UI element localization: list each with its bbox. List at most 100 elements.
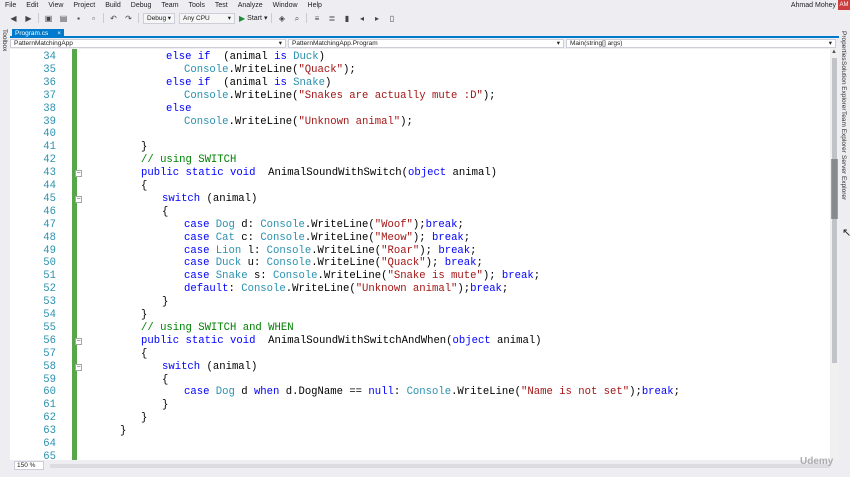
menu-build[interactable]: Build: [100, 0, 126, 11]
code-line[interactable]: 43 − public static void AnimalSoundWithSwi…: [10, 167, 830, 180]
zoom-value: 150 %: [17, 462, 36, 469]
solution-explorer-tab[interactable]: Solution Explorer: [840, 61, 847, 111]
code-line[interactable]: 57 {: [10, 348, 830, 361]
vertical-scrollbar[interactable]: ▲: [830, 49, 839, 460]
user-name[interactable]: Ahmad Mohey: [791, 0, 836, 11]
menu-test[interactable]: Test: [210, 0, 233, 11]
member-dropdown[interactable]: Main(string[] args) ▾: [566, 39, 836, 48]
editor-bottom-bar: 150 %: [10, 460, 839, 472]
code-line[interactable]: 35 Console.WriteLine("Quack");: [10, 64, 830, 77]
toolbar-separator: [271, 13, 273, 23]
code-line[interactable]: 61}: [10, 399, 830, 412]
code-text: case Duck u: Console.WriteLine("Quack");…: [184, 257, 483, 270]
code-line[interactable]: 39 Console.WriteLine("Unknown animal");: [10, 116, 830, 129]
code-line[interactable]: 42 // using SWITCH: [10, 154, 830, 167]
menu-tools[interactable]: Tools: [184, 0, 210, 11]
collapse-icon[interactable]: −: [75, 363, 82, 371]
menu-help[interactable]: Help: [303, 0, 327, 11]
menu-project[interactable]: Project: [68, 0, 100, 11]
bookmark-icon[interactable]: ▮: [341, 13, 352, 24]
code-line[interactable]: 53}: [10, 296, 830, 309]
configuration-dropdown[interactable]: Debug ▾: [143, 12, 175, 24]
code-line[interactable]: 48 case Cat c: Console.WriteLine("Meow");…: [10, 232, 830, 245]
code-line[interactable]: 47 case Dog d: Console.WriteLine("Woof");…: [10, 219, 830, 232]
code-line[interactable]: 59 {: [10, 374, 830, 387]
prev-bookmark-icon[interactable]: ◂: [356, 13, 367, 24]
menu-file[interactable]: File: [0, 0, 21, 11]
code-line[interactable]: 49 case Lion l: Console.WriteLine("Roar")…: [10, 245, 830, 258]
code-line[interactable]: 52 default: Console.WriteLine("Unknown an…: [10, 283, 830, 296]
code-line[interactable]: 45 − switch (animal): [10, 193, 830, 206]
menu-bar: File Edit View Project Build Debug Team …: [0, 0, 850, 11]
project-dropdown[interactable]: PatternMatchingApp ▾: [10, 39, 286, 48]
menu-window[interactable]: Window: [268, 0, 303, 11]
chevron-down-icon: ▾: [556, 40, 560, 47]
code-line[interactable]: 40: [10, 128, 830, 141]
line-number: 51: [43, 270, 56, 283]
code-line[interactable]: 62}: [10, 412, 830, 425]
code-line[interactable]: 51 case Snake s: Console.WriteLine("Snake…: [10, 270, 830, 283]
next-bookmark-icon[interactable]: ▸: [371, 13, 382, 24]
code-line[interactable]: 58 − switch (animal): [10, 361, 830, 374]
code-line[interactable]: 54}: [10, 309, 830, 322]
uncomment-icon[interactable]: ≣: [326, 13, 337, 24]
server-explorer-tab[interactable]: Server Explorer: [840, 155, 847, 200]
code-line[interactable]: 63}: [10, 425, 830, 438]
clear-bookmarks-icon[interactable]: ▯: [386, 13, 397, 24]
code-line[interactable]: 64: [10, 438, 830, 451]
line-number: 39: [43, 115, 56, 128]
code-line[interactable]: 44 {: [10, 180, 830, 193]
tab-title: Program.cs: [15, 30, 49, 37]
code-line[interactable]: 55 // using SWITCH and WHEN: [10, 322, 830, 335]
comment-icon[interactable]: ≡: [311, 13, 322, 24]
code-text: switch (animal): [162, 360, 258, 373]
chevron-down-icon: ▾: [167, 14, 171, 22]
code-line[interactable]: 36 else if (animal is Snake): [10, 77, 830, 90]
save-all-icon[interactable]: ▫: [88, 13, 99, 24]
code-line[interactable]: 41}: [10, 141, 830, 154]
code-line[interactable]: 34 else if (animal is Duck): [10, 51, 830, 64]
collapse-icon[interactable]: −: [75, 170, 82, 178]
menu-view[interactable]: View: [43, 0, 68, 11]
code-editor[interactable]: 34 else if (animal is Duck) 35 Console.Writ…: [10, 49, 830, 460]
code-line[interactable]: 37 Console.WriteLine("Snakes are actually…: [10, 90, 830, 103]
close-icon[interactable]: ×: [57, 29, 61, 38]
platform-dropdown[interactable]: Any CPU ▾: [179, 12, 235, 24]
menu-debug[interactable]: Debug: [126, 0, 157, 11]
open-icon[interactable]: ▤: [58, 13, 69, 24]
configuration-value: Debug: [147, 14, 167, 22]
collapse-icon[interactable]: −: [75, 337, 82, 345]
horizontal-scrollbar[interactable]: [50, 464, 830, 468]
menu-team[interactable]: Team: [156, 0, 183, 11]
code-line[interactable]: 50 case Duck u: Console.WriteLine("Quack"…: [10, 257, 830, 270]
undo-icon[interactable]: ↶: [108, 13, 119, 24]
save-icon[interactable]: ▪: [73, 13, 84, 24]
code-line[interactable]: 46 {: [10, 206, 830, 219]
type-dropdown[interactable]: PatternMatchingApp.Program ▾: [288, 39, 564, 48]
forward-icon[interactable]: ▶: [23, 13, 34, 24]
toolbox-tab[interactable]: Toolbox: [1, 29, 8, 51]
avatar[interactable]: AM: [838, 0, 850, 10]
redo-icon[interactable]: ↷: [123, 13, 134, 24]
tab-program-cs[interactable]: Program.cs ×: [12, 29, 64, 38]
line-number: 58: [43, 360, 56, 373]
code-line[interactable]: 65: [10, 451, 830, 460]
line-number: 47: [43, 218, 56, 231]
code-text: Console.WriteLine("Unknown animal");: [184, 115, 413, 128]
zoom-dropdown[interactable]: 150 %: [14, 461, 44, 470]
start-button[interactable]: ▶ Start ▾: [239, 14, 267, 23]
browser-link-icon[interactable]: ◈: [276, 13, 287, 24]
code-line[interactable]: 60 case Dog d when d.DogName == null: Con…: [10, 386, 830, 399]
properties-tab[interactable]: Properties: [840, 31, 847, 61]
collapse-icon[interactable]: −: [75, 195, 82, 203]
code-line[interactable]: 38 else: [10, 103, 830, 116]
code-line[interactable]: 56 − public static void AnimalSoundWithSwi…: [10, 335, 830, 348]
scroll-up-icon[interactable]: ▲: [831, 49, 837, 55]
menu-analyze[interactable]: Analyze: [233, 0, 268, 11]
new-project-icon[interactable]: ▣: [43, 13, 54, 24]
team-explorer-tab[interactable]: Team Explorer: [840, 111, 847, 153]
menu-edit[interactable]: Edit: [21, 0, 43, 11]
code-text: }: [141, 141, 148, 154]
find-icon[interactable]: ⌕: [291, 13, 302, 24]
back-icon[interactable]: ◀: [8, 13, 19, 24]
